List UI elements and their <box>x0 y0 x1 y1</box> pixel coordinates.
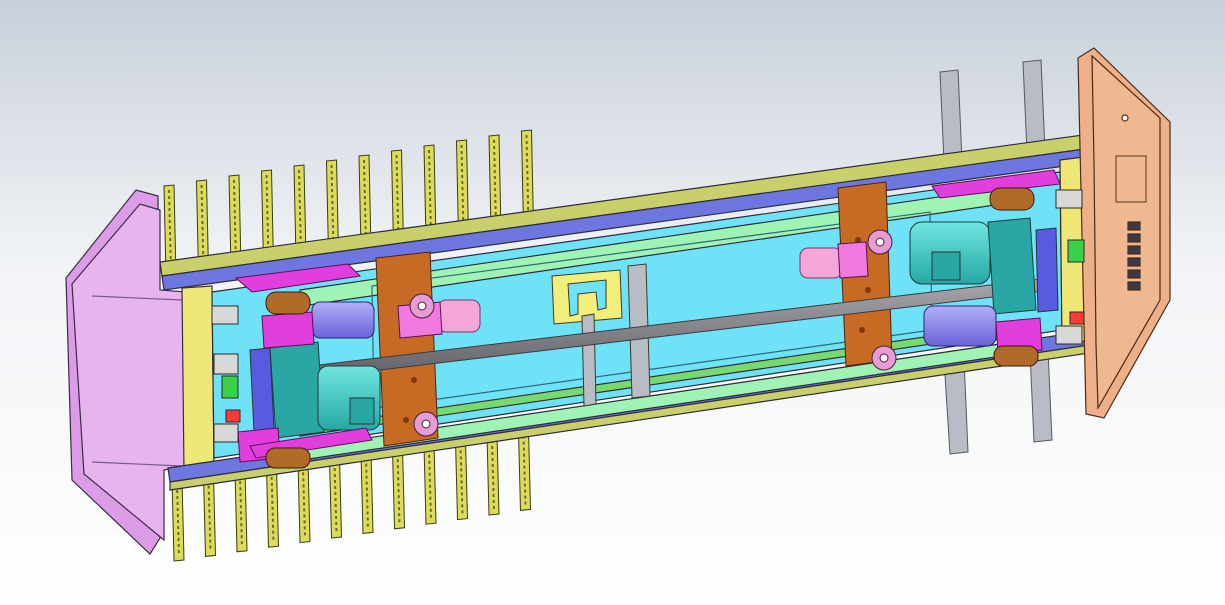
left-switch-mid <box>213 353 239 375</box>
roller-wheel-icon <box>867 229 893 255</box>
roller-wheel-icon <box>413 411 439 437</box>
rack-tooth-icon <box>328 456 343 539</box>
left-pink-roller <box>437 299 481 333</box>
rack-tooth-icon <box>171 478 185 562</box>
bracket-right-pink <box>837 241 869 279</box>
rack-tooth-icon <box>423 443 437 525</box>
rack-tooth-icon <box>202 474 217 557</box>
rack-tooth-icon <box>454 438 469 521</box>
rack-tooth-icon <box>486 434 500 516</box>
cad-assembly-drawing <box>0 0 1225 605</box>
right-cap-hole <box>1121 114 1129 122</box>
bracket-left-upper-block <box>261 311 315 349</box>
right-gearbox <box>987 217 1037 315</box>
right-motor-mount <box>1035 227 1059 313</box>
rack-tooth-icon <box>360 452 374 534</box>
left-end-plate <box>181 285 215 473</box>
rack-tooth-icon <box>234 469 248 553</box>
roller-wheel-icon <box>409 293 435 319</box>
bearing-right-bottom <box>993 345 1039 367</box>
gray-post <box>1022 59 1046 153</box>
rack-tooth-icon <box>391 447 406 530</box>
right-switch-mid <box>1067 239 1085 263</box>
left-switch-green <box>221 375 239 399</box>
fork-stem <box>581 313 597 407</box>
right-switch-lower <box>1055 325 1083 345</box>
left-upper-cap <box>311 301 375 339</box>
gray-post <box>939 69 963 163</box>
right-motor-terminal <box>931 251 961 281</box>
rack-tooth-icon <box>297 460 311 544</box>
right-pink-roller <box>799 247 843 279</box>
rack-tooth-icon <box>517 430 532 511</box>
left-switch-red <box>225 409 241 423</box>
right-switch-upper <box>1055 189 1083 209</box>
bearing-left-top <box>265 291 311 315</box>
left-switch-lower <box>213 423 239 443</box>
left-gearbox <box>269 341 325 439</box>
right-switch-red <box>1069 311 1085 325</box>
left-switch-upper <box>211 305 239 325</box>
right-lower-cap <box>923 305 997 347</box>
roller-wheel-icon <box>871 345 897 371</box>
cad-viewport <box>0 0 1225 605</box>
left-motor-terminal <box>349 397 375 425</box>
rack-tooth-icon <box>265 465 280 548</box>
bearing-left-bottom <box>265 447 311 469</box>
bearing-right-top <box>989 187 1035 211</box>
